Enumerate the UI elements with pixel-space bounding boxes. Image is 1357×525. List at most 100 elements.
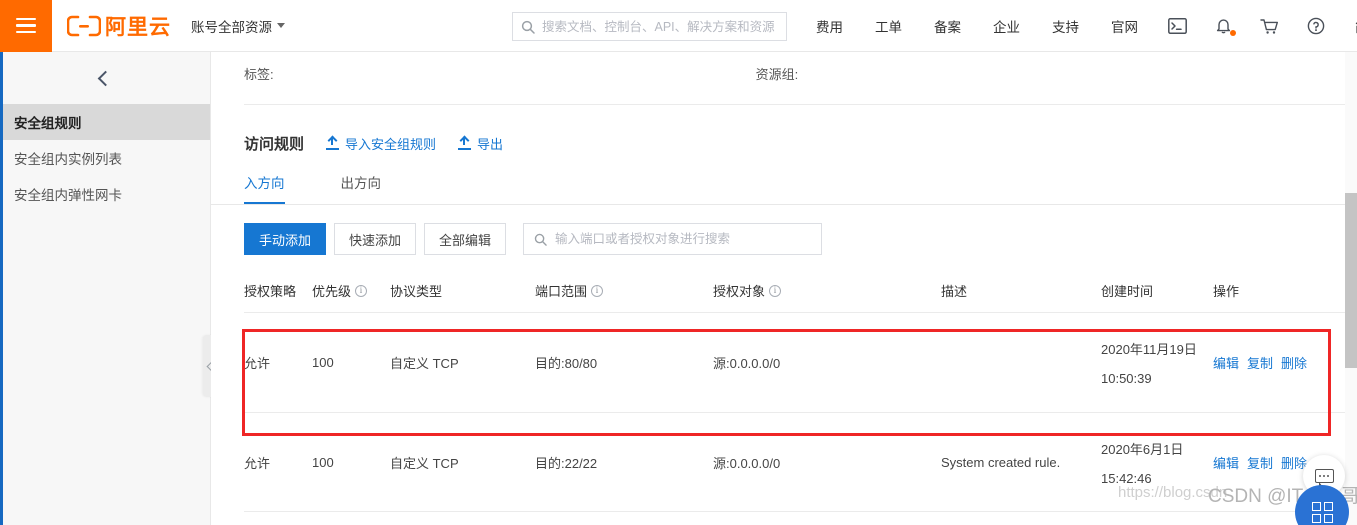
info-icon[interactable]: i: [355, 284, 368, 297]
rules-table: 授权策略 优先级 i 协议类型 端口范围 i 授权对象 i 描述 创建时间 操作: [244, 281, 1349, 512]
notification-badge-dot: [1230, 30, 1236, 36]
access-rules-title: 访问规则: [244, 136, 305, 153]
search-icon: [534, 233, 547, 246]
created-clock: 10:50:39: [1101, 371, 1152, 386]
tab-inbound[interactable]: 入方向: [244, 172, 285, 204]
cell-policy: 允许: [244, 356, 271, 371]
cell-priority: 100: [312, 454, 334, 470]
hamburger-icon[interactable]: [0, 0, 52, 52]
cell-description: System created rule.: [941, 454, 1061, 470]
cell-port-range: 目的:80/80: [535, 356, 598, 371]
chevron-left-icon[interactable]: [97, 70, 113, 86]
rules-search-input[interactable]: [555, 232, 812, 246]
brand-logo[interactable]: 阿里云: [66, 11, 171, 41]
nav-item-icp[interactable]: 备案: [918, 16, 977, 36]
cart-icon[interactable]: [1246, 18, 1293, 35]
manual-add-button[interactable]: 手动添加: [244, 223, 327, 255]
upload-icon: [326, 135, 340, 150]
delete-link[interactable]: 删除: [1281, 353, 1307, 372]
help-icon[interactable]: [1293, 17, 1339, 35]
cell-operations: 编辑 复制 删除: [1213, 353, 1333, 372]
cell-created-time: 2020年6月1日 15:42:46: [1101, 439, 1213, 486]
search-icon: [521, 20, 535, 34]
col-header-description: 描述: [941, 284, 968, 299]
cell-protocol: 自定义 TCP: [390, 455, 459, 471]
sidebar: 安全组规则 安全组内实例列表 安全组内弹性网卡: [0, 52, 211, 525]
rules-toolbar: 手动添加 快速添加 全部编辑: [211, 205, 1357, 255]
col-header-priority-label: 优先级: [312, 284, 352, 299]
nav-item-enterprise[interactable]: 企业: [977, 16, 1036, 36]
tab-outbound[interactable]: 出方向: [341, 172, 382, 204]
sidebar-item-label: 安全组内弹性网卡: [14, 188, 122, 203]
created-date: 2020年6月1日: [1101, 441, 1184, 457]
tag-label: 标签:: [244, 67, 274, 82]
access-rules-header: 访问规则 导入安全组规则 导出: [211, 105, 1357, 154]
sidebar-collapse-row: [0, 52, 210, 104]
rules-search[interactable]: [523, 223, 823, 255]
chevron-down-icon: [277, 23, 285, 28]
col-header-auth-object: 授权对象 i: [713, 281, 941, 300]
created-clock: 15:42:46: [1101, 470, 1152, 486]
resource-meta-row: 标签: 资源组:: [211, 52, 1357, 104]
vertical-scrollbar[interactable]: [1345, 52, 1357, 525]
col-header-operations: 操作: [1213, 284, 1240, 299]
sidebar-item-label: 安全组内实例列表: [14, 152, 122, 167]
account-resource-label: 账号全部资源: [191, 19, 272, 35]
nav-item-ticket[interactable]: 工单: [859, 16, 918, 36]
col-header-priority: 优先级 i: [312, 281, 390, 300]
qrcode-icon: [1311, 501, 1333, 523]
direction-tabs: 入方向 出方向: [211, 154, 1349, 205]
cell-policy: 允许: [244, 455, 271, 471]
nav-item-fee[interactable]: 费用: [800, 16, 859, 36]
brand-text: 阿里云: [105, 15, 171, 39]
sidebar-item-instance-list[interactable]: 安全组内实例列表: [0, 140, 210, 176]
global-search[interactable]: [512, 12, 787, 41]
nav-item-website[interactable]: 官网: [1095, 16, 1154, 36]
chat-bubble-icon: [1314, 469, 1334, 487]
cell-priority: 100: [312, 355, 334, 370]
page-root: 阿里云 账号全部资源 费用 工单 备案 企业 支持 官网: [0, 0, 1357, 525]
top-navigation-bar: 阿里云 账号全部资源 费用 工单 备案 企业 支持 官网: [0, 0, 1357, 52]
created-date: 2020年11月19日: [1101, 342, 1197, 357]
resource-group-label: 资源组:: [755, 67, 799, 82]
sidebar-item-eni-list[interactable]: 安全组内弹性网卡: [0, 176, 210, 212]
edit-link[interactable]: 编辑: [1213, 453, 1239, 472]
language-selector[interactable]: 简体: [1339, 16, 1357, 36]
cell-created-time: 2020年11月19日 10:50:39: [1101, 339, 1213, 386]
sidebar-item-security-group-rules[interactable]: 安全组规则: [0, 104, 210, 140]
top-nav-links: 费用 工单 备案 企业 支持 官网: [800, 0, 1357, 52]
info-icon[interactable]: i: [591, 284, 604, 297]
copy-link[interactable]: 复制: [1247, 453, 1273, 472]
col-header-protocol: 协议类型: [390, 284, 443, 299]
cell-port-range: 目的:22/22: [535, 455, 598, 471]
table-row[interactable]: 允许 100 自定义 TCP 目的:22/22 源:0.0.0.0/0 Syst…: [244, 412, 1349, 512]
table-row[interactable]: 允许 100 自定义 TCP 目的:80/80 源:0.0.0.0/0 2020…: [244, 312, 1349, 412]
col-header-auth-label: 授权对象: [713, 284, 766, 299]
cell-auth-object: 源:0.0.0.0/0: [713, 356, 781, 371]
account-resource-selector[interactable]: 账号全部资源: [191, 16, 285, 36]
aliyun-logo-icon: [66, 15, 102, 37]
bell-icon[interactable]: [1201, 17, 1246, 36]
cell-auth-object: 源:0.0.0.0/0: [713, 455, 781, 471]
edit-all-button[interactable]: 全部编辑: [424, 223, 507, 255]
table-header-row: 授权策略 优先级 i 协议类型 端口范围 i 授权对象 i 描述 创建时间 操作: [244, 281, 1349, 312]
edit-link[interactable]: 编辑: [1213, 353, 1239, 372]
col-header-port-range: 端口范围 i: [535, 281, 713, 300]
import-security-group-rules-button[interactable]: 导入安全组规则: [326, 134, 436, 153]
upload-icon: [458, 135, 472, 150]
nav-item-support[interactable]: 支持: [1036, 16, 1095, 36]
terminal-icon[interactable]: [1154, 18, 1201, 34]
col-header-port-label: 端口范围: [535, 284, 588, 299]
cell-protocol: 自定义 TCP: [390, 356, 459, 371]
sidebar-accent-bar: [0, 52, 3, 525]
global-search-input[interactable]: [542, 19, 778, 34]
quick-add-button[interactable]: 快速添加: [334, 223, 417, 255]
export-button[interactable]: 导出: [458, 134, 503, 153]
sidebar-item-label: 安全组规则: [14, 116, 82, 131]
col-header-created-time: 创建时间: [1101, 284, 1154, 299]
main-content: 标签: 资源组: 访问规则 导入安全组规则 导出 入方向 出方向 手动添加 快速…: [211, 52, 1357, 525]
scrollbar-thumb[interactable]: [1345, 193, 1357, 368]
import-label: 导入安全组规则: [345, 137, 437, 152]
info-icon[interactable]: i: [769, 284, 782, 297]
copy-link[interactable]: 复制: [1247, 353, 1273, 372]
